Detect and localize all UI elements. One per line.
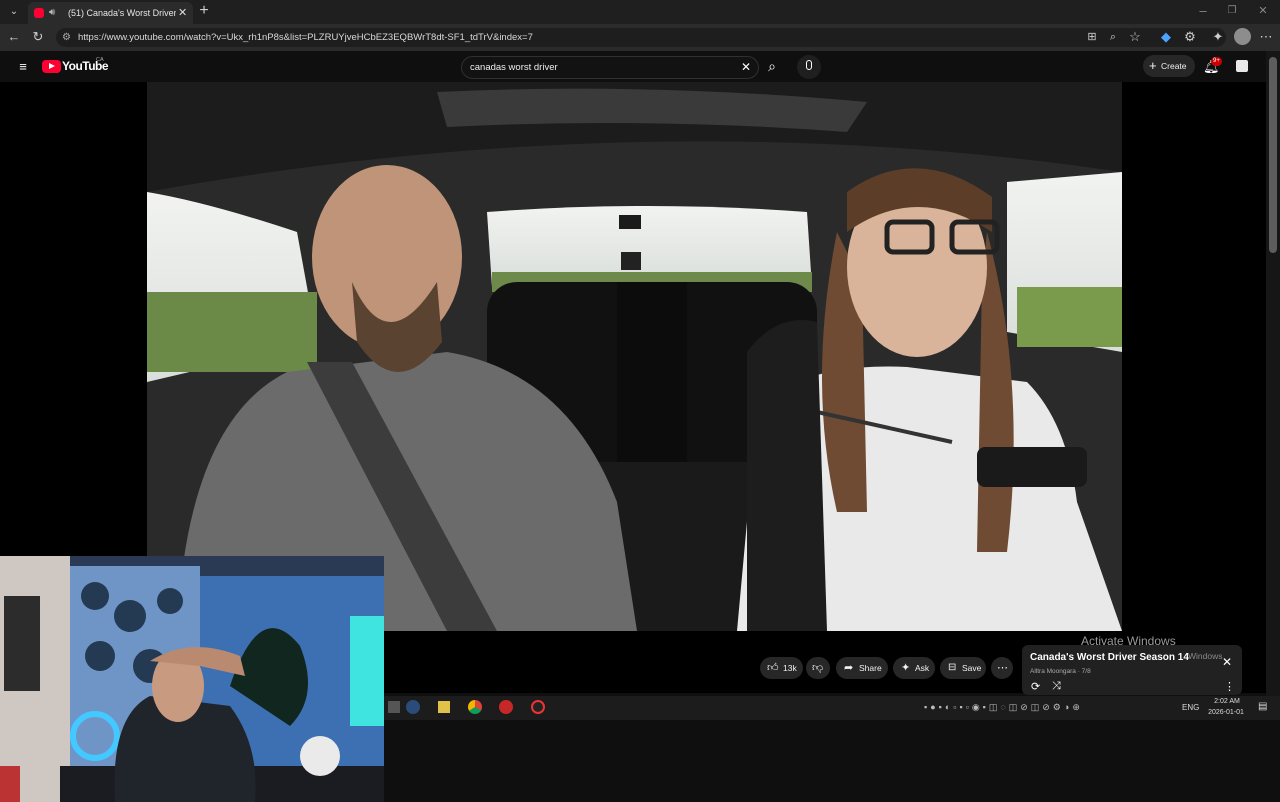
account-avatar[interactable] <box>1236 60 1248 72</box>
voice-search-button[interactable] <box>797 55 821 79</box>
youtube-header: ≡ YouTube CA canadas worst driver ✕ ⌕ + … <box>0 51 1266 82</box>
tray-icons[interactable]: ▪●▪◐▫▪▫◉▪◫◌◫⊘◫⊘⚙◑⊕ <box>924 702 1083 713</box>
speaker-icon[interactable]: 🔊︎ <box>49 2 55 24</box>
reload-icon[interactable]: ↻ <box>30 29 46 45</box>
ask-label: Ask <box>915 663 930 673</box>
zoom-icon[interactable]: ⌕ <box>1105 29 1121 45</box>
app-available-icon[interactable]: ⊞ <box>1084 29 1100 45</box>
playlist-subtitle: Alltra Moongara · 7/8 <box>1030 668 1091 675</box>
language-indicator[interactable]: ENG <box>1182 703 1199 712</box>
streamer-webcam-scene <box>0 556 384 802</box>
windows-taskbar: ▪●▪◐▫▪▫◉▪◫◌◫⊘◫⊘⚙◑⊕ ENG 2:02 AM 2026-01-0… <box>384 696 1280 720</box>
create-button[interactable]: + Create <box>1143 55 1195 77</box>
more-icon: ⋯ <box>997 662 1008 674</box>
plus-icon: + <box>1149 58 1157 73</box>
chrome-icon[interactable] <box>468 700 482 714</box>
search-input[interactable]: canadas worst driver <box>461 56 759 79</box>
save-button[interactable]: ⊟ Save <box>940 657 986 679</box>
playlist-more-icon[interactable]: ⋮ <box>1224 680 1235 693</box>
more-actions-button[interactable]: ⋯ <box>991 657 1013 679</box>
app-icon-red[interactable] <box>499 700 513 714</box>
browser-tab[interactable]: 🔊︎ (51) Canada's Worst Driver S ✕ <box>28 2 193 24</box>
shuffle-icon[interactable]: ⤨ <box>1052 680 1061 693</box>
car-interior-scene <box>147 82 1122 631</box>
youtube-logo-icon[interactable] <box>42 60 61 73</box>
like-button[interactable]: 👍︎ 13k <box>760 657 803 679</box>
address-bar-row: ← ↻ ⚙︎ https://www.youtube.com/watch?v=U… <box>0 24 1280 51</box>
clock-date[interactable]: 2026-01-01 <box>1203 709 1249 716</box>
close-window-icon[interactable]: ✕ <box>1255 3 1271 19</box>
bookmark-icon: ⊟ <box>948 662 957 673</box>
sparkle-icon: ✦ <box>901 662 911 674</box>
playlist-miniplayer[interactable]: Canada's Worst Driver Season 14 Windows … <box>1022 645 1242 695</box>
restore-icon[interactable]: ❐ <box>1224 3 1240 19</box>
share-label: Share <box>859 663 882 673</box>
steam-icon[interactable] <box>406 700 420 714</box>
notification-center-icon[interactable]: ▤ <box>1258 701 1267 712</box>
thumbs-up-icon: 👍︎ <box>767 662 779 674</box>
search-query: canadas worst driver <box>470 62 558 73</box>
hamburger-menu-icon[interactable]: ≡ <box>15 59 31 75</box>
notifications-badge: 9+ <box>1211 57 1222 66</box>
back-icon[interactable]: ← <box>6 29 22 45</box>
video-player[interactable]: 👍︎ 13k 👎︎ ➦ Share ✦ Ask ⊟ Save ⋯ Activat… <box>0 82 1266 802</box>
favorite-star-icon[interactable]: ☆ <box>1127 29 1143 45</box>
minimize-icon[interactable]: – <box>1195 3 1211 19</box>
webcam-overlay <box>0 556 384 802</box>
start-icon[interactable] <box>388 701 400 713</box>
watermark-line2: Windows <box>1188 651 1223 661</box>
video-frame <box>147 82 1122 631</box>
extension-icon[interactable]: ◆ <box>1158 29 1174 45</box>
like-count: 13k <box>783 663 797 673</box>
url-text: https://www.youtube.com/watch?v=Ukx_rh1n… <box>78 32 533 43</box>
thumbs-down-icon: 👎︎ <box>812 662 824 674</box>
tab-list-chevron-icon[interactable]: ⌄ <box>6 4 22 20</box>
file-explorer-icon[interactable] <box>438 701 450 713</box>
profile-avatar[interactable] <box>1234 28 1251 45</box>
browser-tools-icon[interactable]: ✦ <box>1210 29 1226 45</box>
microphone-icon <box>806 60 812 70</box>
dislike-button[interactable]: 👎︎ <box>806 657 830 679</box>
tab-title: (51) Canada's Worst Driver S <box>68 8 176 18</box>
browser-tab-bar: ⌄ 🔊︎ (51) Canada's Worst Driver S ✕ + – … <box>0 0 1280 24</box>
region-code: CA <box>96 57 104 63</box>
site-info-icon[interactable]: ⚙︎ <box>62 28 71 47</box>
url-field[interactable]: ⚙︎ https://www.youtube.com/watch?v=Ukx_r… <box>56 28 1226 47</box>
search-icon[interactable]: ⌕ <box>764 58 780 74</box>
ask-button[interactable]: ✦ Ask <box>893 657 935 679</box>
save-label: Save <box>962 663 982 673</box>
share-arrow-icon: ➦ <box>844 662 854 674</box>
close-playlist-icon[interactable]: ✕ <box>1222 655 1232 669</box>
share-button[interactable]: ➦ Share <box>836 657 888 679</box>
clear-search-icon[interactable]: ✕ <box>738 59 754 75</box>
playlist-title: Canada's Worst Driver Season 14 <box>1030 652 1189 663</box>
browser-menu-icon[interactable]: ⋯ <box>1258 29 1274 45</box>
new-tab-icon[interactable]: + <box>196 3 212 19</box>
app-icon-obs[interactable] <box>531 700 545 714</box>
clock-time[interactable]: 2:02 AM <box>1207 698 1247 705</box>
page-scrollbar[interactable] <box>1266 51 1280 696</box>
close-tab-icon[interactable]: ✕ <box>178 2 187 24</box>
create-label: Create <box>1161 61 1187 71</box>
scrollbar-thumb[interactable] <box>1269 57 1277 253</box>
extensions-puzzle-icon[interactable]: ⚙︎ <box>1182 29 1198 45</box>
youtube-favicon-icon <box>34 8 44 18</box>
loop-icon[interactable]: ⟳ <box>1031 680 1040 693</box>
